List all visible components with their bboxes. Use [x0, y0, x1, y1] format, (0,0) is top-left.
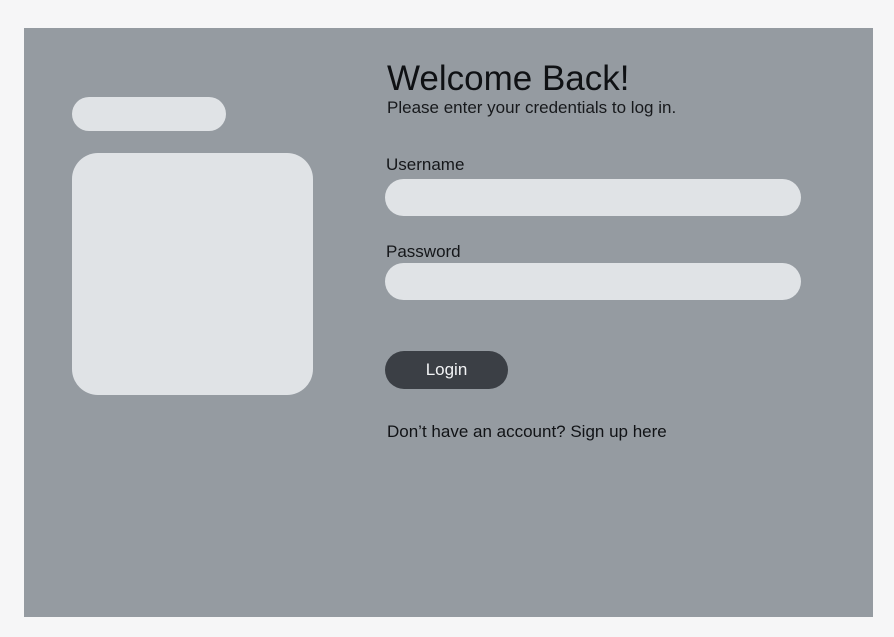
page-title: Welcome Back! — [387, 59, 630, 98]
password-input[interactable] — [385, 263, 801, 300]
login-panel: Welcome Back! Please enter your credenti… — [24, 28, 873, 617]
username-label: Username — [386, 155, 465, 174]
login-button[interactable]: Login — [385, 351, 508, 389]
signup-link[interactable]: Don’t have an account? Sign up here — [387, 422, 667, 442]
page-subtitle: Please enter your credentials to log in. — [387, 98, 677, 117]
placeholder-pill — [72, 97, 226, 131]
username-input[interactable] — [385, 179, 801, 216]
placeholder-image — [72, 153, 313, 395]
password-label: Password — [386, 242, 461, 261]
